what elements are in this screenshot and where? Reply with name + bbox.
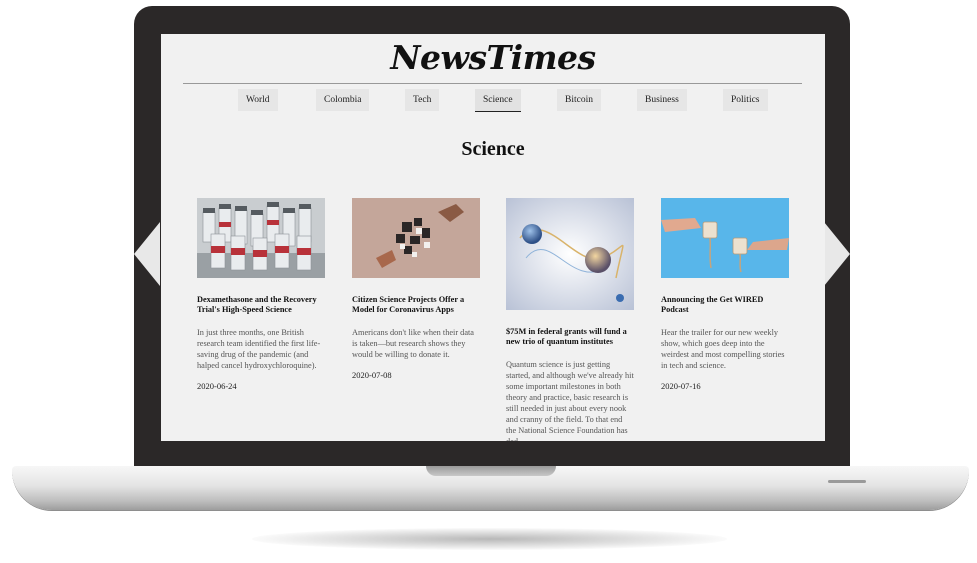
quantum-spheres-image[interactable] [506,198,634,310]
article-summary: Quantum science is just getting started,… [506,360,634,441]
section-title: Science [461,138,525,160]
article-card[interactable]: $75M in federal grants will fund a new t… [506,198,634,441]
article-summary: Hear the trailer for our new weekly show… [661,328,785,370]
article-date: 2020-06-24 [197,381,237,391]
category-nav: World Colombia Tech Science Bitcoin Busi… [161,87,825,113]
article-card[interactable]: Announcing the Get WIRED Podcast Hear th… [661,198,789,391]
article-card[interactable]: Citizen Science Projects Offer a Model f… [352,198,480,380]
article-card[interactable]: Dexamethasone and the Recovery Trial's H… [197,198,325,391]
nav-item-tech[interactable]: Tech [405,89,440,111]
article-title[interactable]: $75M in federal grants will fund a new t… [506,327,634,347]
site-logo[interactable]: NewsTimes [161,38,825,77]
nav-item-bitcoin[interactable]: Bitcoin [557,89,601,111]
nav-item-world[interactable]: World [238,89,278,111]
next-arrow-icon [824,222,850,286]
nav-item-colombia[interactable]: Colombia [316,89,370,111]
laptop-shadow [252,528,727,550]
nav-item-business[interactable]: Business [637,89,687,111]
article-date: 2020-07-16 [661,381,701,391]
article-title[interactable]: Dexamethasone and the Recovery Trial's H… [197,295,325,315]
medicine-vials-image[interactable] [197,198,325,278]
nav-item-science[interactable]: Science [475,89,521,112]
article-title[interactable]: Announcing the Get WIRED Podcast [661,295,789,315]
nav-item-politics[interactable]: Politics [723,89,768,111]
prev-arrow-icon [134,222,160,286]
article-summary: Americans don't like when their data is … [352,328,474,359]
power-indicator [828,480,866,483]
coffee-cups-image[interactable] [661,198,789,278]
article-title[interactable]: Citizen Science Projects Offer a Model f… [352,295,480,315]
article-date: 2020-07-08 [352,370,392,380]
laptop-base [12,466,969,510]
laptop-screen: NewsTimes World Colombia Tech Science Bi… [161,34,825,441]
puzzle-pieces-image[interactable] [352,198,480,278]
article-summary: In just three months, one British resear… [197,328,321,370]
header-divider [183,83,802,84]
laptop-notch [426,466,556,476]
